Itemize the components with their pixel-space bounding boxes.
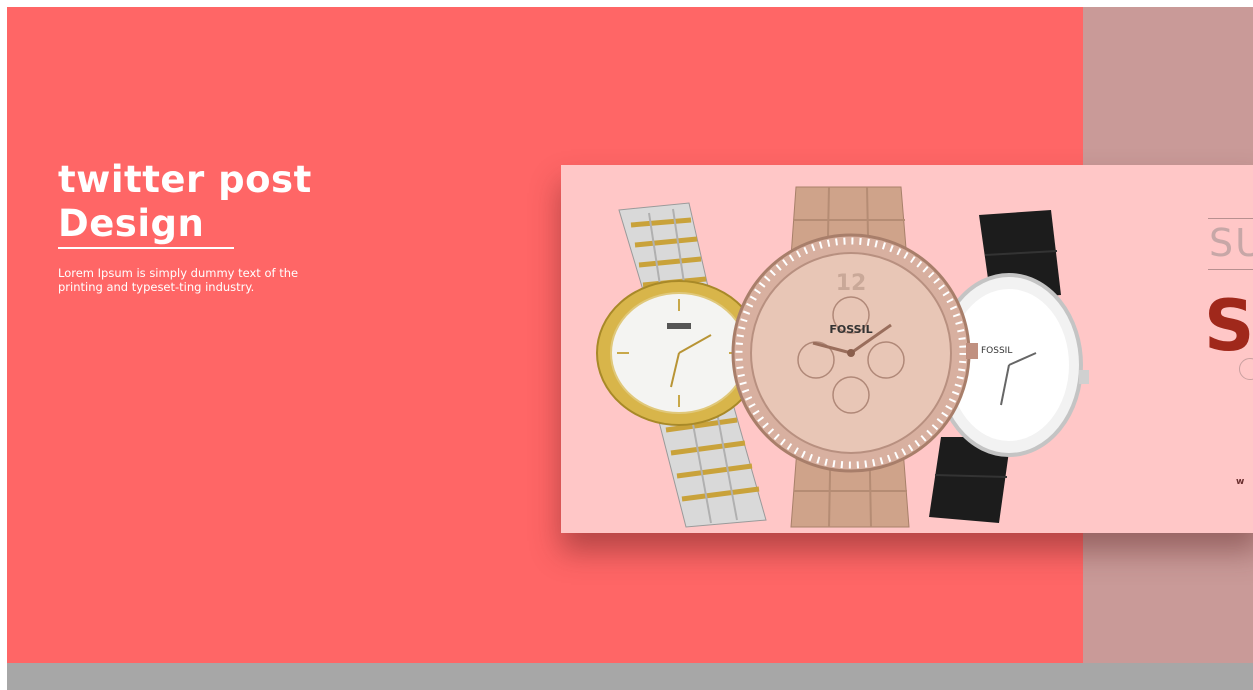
- dial-brand: FOSSIL: [829, 323, 872, 336]
- small-dial-brand: FOSSIL: [981, 346, 1012, 356]
- hero-description: Lorem Ipsum is simply dummy text of the …: [58, 266, 299, 294]
- card-heading-line-top: [1208, 218, 1253, 219]
- svg-text:12: 12: [836, 271, 867, 296]
- hero-title-line1: twitter post: [58, 158, 312, 201]
- watch-image: FOSSIL 12 FOSSIL: [596, 186, 1089, 528]
- card-sale-text: S: [1204, 285, 1253, 367]
- card-url: w w: [1236, 477, 1253, 487]
- card-heading: SU: [1209, 221, 1253, 265]
- stage: twitter post Design Lorem Ipsum is simpl…: [0, 0, 1253, 690]
- bottom-bar: [7, 663, 1253, 690]
- title-underline: [58, 247, 234, 249]
- hero-title-line2: Design: [58, 202, 205, 245]
- twitter-post-card-preview: FOSSIL 12 FOSSIL SU S w: [561, 165, 1253, 533]
- card-heading-line-bottom: [1208, 269, 1253, 270]
